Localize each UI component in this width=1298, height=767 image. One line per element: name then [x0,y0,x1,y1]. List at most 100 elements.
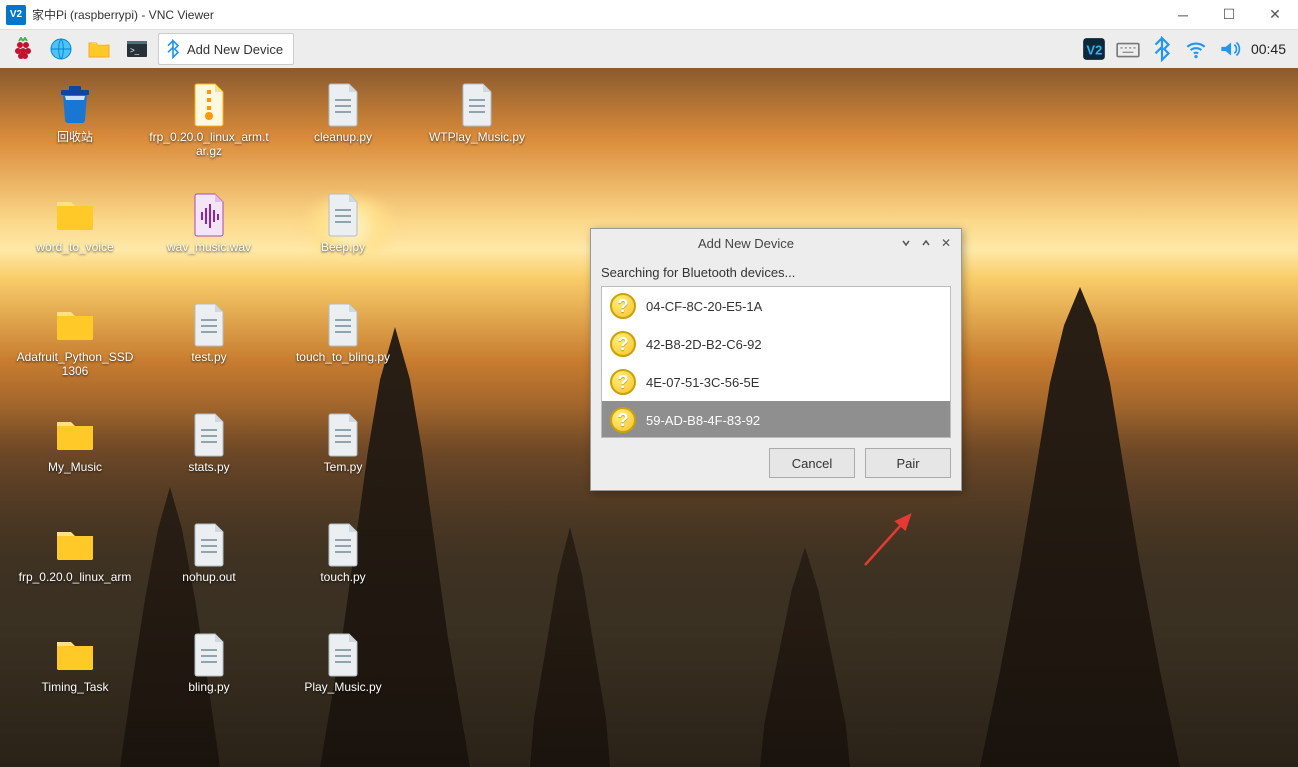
file-icon [319,190,367,238]
taskbar-task-label: Add New Device [187,42,283,57]
bluetooth-icon [163,39,183,59]
dialog-titlebar[interactable]: Add New Device ✕ [591,229,961,257]
device-mac-label: 59-AD-B8-4F-83-92 [646,413,760,428]
window-controls: ─ ☐ ✕ [1160,0,1298,29]
bluetooth-device-item[interactable]: ? 4E-07-51-3C-56-5E [602,363,950,401]
trash-icon [51,80,99,128]
add-device-dialog: Add New Device ✕ Searching for Bluetooth… [590,228,962,491]
raspberry-menu-icon[interactable] [7,33,39,65]
file-icon [319,80,367,128]
desktop-icon[interactable]: frp_0.20.0_linux_arm [8,516,142,626]
bluetooth-device-item[interactable]: ?42-B8-2D-B2-C6-92 [602,325,950,363]
desktop-icon[interactable]: touch.py [276,516,410,626]
volume-tray-icon[interactable] [1217,36,1243,62]
window-title: 家中Pi (raspberrypi) - VNC Viewer [32,6,1160,23]
archive-icon [185,80,233,128]
desktop-icon-label: stats.py [188,460,229,474]
folder-icon [51,410,99,458]
desktop-icon[interactable]: Timing_Task [8,626,142,736]
pair-button[interactable]: Pair [865,448,951,478]
desktop-icon[interactable]: Adafruit_Python_SSD1306 [8,296,142,406]
desktop-icon-label: word_to_voice [36,240,113,254]
folder-icon [51,190,99,238]
terminal-icon[interactable]: >_ [121,33,153,65]
desktop-icon[interactable]: My_Music [8,406,142,516]
desktop-icon-label: Play_Music.py [304,680,381,694]
minimize-button[interactable]: ─ [1160,0,1206,29]
pi-taskbar: >_ Add New Device V2 00:45 [0,30,1298,68]
desktop-icon-label: Beep.py [321,240,365,254]
desktop-icon[interactable]: Play_Music.py [276,626,410,736]
dialog-title: Add New Device [597,236,895,251]
desktop-icon[interactable]: frp_0.20.0_linux_arm.tar.gz [142,76,276,186]
desktop-icon-label: test.py [191,350,226,364]
desktop-icon-label: cleanup.py [314,130,372,144]
bluetooth-tray-icon[interactable] [1149,36,1175,62]
vnc-remote-desktop: >_ Add New Device V2 00:45 [0,30,1298,767]
desktop-icon[interactable]: wav_music.wav [142,186,276,296]
desktop-icon-label: Tem.py [324,460,363,474]
svg-text:V2: V2 [1086,42,1102,57]
file-icon [185,630,233,678]
unknown-device-icon: ? [610,407,636,433]
window-titlebar: V2 家中Pi (raspberrypi) - VNC Viewer ─ ☐ ✕ [0,0,1298,30]
cancel-button[interactable]: Cancel [769,448,855,478]
maximize-button[interactable]: ☐ [1206,0,1252,29]
desktop-icon-label: touch_to_bling.py [296,350,390,364]
dialog-body: Searching for Bluetooth devices... ?04-C… [591,257,961,490]
keyboard-tray-icon[interactable] [1115,36,1141,62]
dialog-button-row: Cancel Pair [601,448,951,478]
vnc-tray-icon[interactable]: V2 [1081,36,1107,62]
desktop-icon-label: Adafruit_Python_SSD1306 [15,350,135,378]
desktop-icon-label: frp_0.20.0_linux_arm.tar.gz [149,130,269,158]
vnc-logo-icon: V2 [6,5,26,25]
bluetooth-device-list[interactable]: ?04-CF-8C-20-E5-1A?42-B8-2D-B2-C6-92?4E-… [601,286,951,438]
file-icon [185,410,233,458]
bluetooth-device-item[interactable]: ?04-CF-8C-20-E5-1A [602,287,950,325]
folder-icon [51,520,99,568]
audio-icon [185,190,233,238]
device-mac-label: 4E-07-51-3C-56-5E [646,375,759,390]
file-icon [453,80,501,128]
desktop-icon[interactable]: word_to_voice [8,186,142,296]
dialog-close-icon[interactable]: ✕ [937,234,955,252]
desktop-icon[interactable]: WTPlay_Music.py [410,76,544,186]
desktop-icon[interactable]: test.py [142,296,276,406]
desktop-icon[interactable]: Beep.py [276,186,410,296]
svg-text:>_: >_ [130,46,140,55]
taskbar-clock[interactable]: 00:45 [1251,41,1286,57]
desktop-icon-label: 回收站 [57,130,93,144]
desktop-icon-label: wav_music.wav [167,240,251,254]
desktop-icon[interactable]: stats.py [142,406,276,516]
bluetooth-device-item[interactable]: ? 59-AD-B8-4F-83-92 [602,401,950,438]
desktop-icon-label: Timing_Task [42,680,109,694]
desktop-icon[interactable]: bling.py [142,626,276,736]
desktop-icon-label: bling.py [188,680,229,694]
file-icon [319,410,367,458]
device-mac-label: 04-CF-8C-20-E5-1A [646,299,762,314]
folder-icon [51,300,99,348]
device-mac-label: 42-B8-2D-B2-C6-92 [646,337,762,352]
desktop-icon[interactable]: cleanup.py [276,76,410,186]
dialog-minimize-icon[interactable] [897,234,915,252]
desktop-icon-label: touch.py [320,570,365,584]
file-icon [319,300,367,348]
file-manager-icon[interactable] [83,33,115,65]
file-icon [319,520,367,568]
desktop-icon[interactable]: Tem.py [276,406,410,516]
desktop-icon[interactable]: nohup.out [142,516,276,626]
dialog-maximize-icon[interactable] [917,234,935,252]
web-browser-icon[interactable] [45,33,77,65]
wifi-tray-icon[interactable] [1183,36,1209,62]
desktop-icon-label: WTPlay_Music.py [429,130,525,144]
unknown-device-icon: ? [610,369,636,395]
taskbar-task-add-device[interactable]: Add New Device [158,33,294,65]
close-button[interactable]: ✕ [1252,0,1298,29]
folder-icon [51,630,99,678]
desktop-icon-label: nohup.out [182,570,235,584]
file-icon [319,630,367,678]
desktop-icon[interactable]: touch_to_bling.py [276,296,410,406]
desktop-icon-label: frp_0.20.0_linux_arm [19,570,132,584]
desktop-icon[interactable]: 回收站 [8,76,142,186]
desktop-icon-label: My_Music [48,460,102,474]
